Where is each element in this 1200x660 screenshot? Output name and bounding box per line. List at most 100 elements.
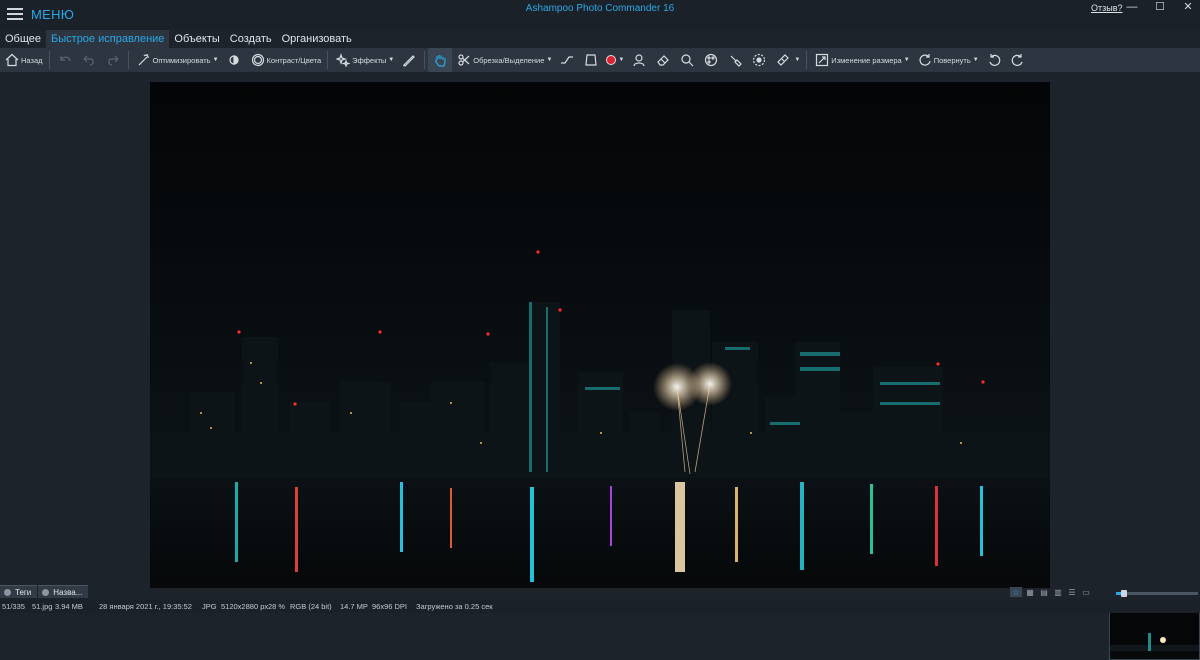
hand-tool-button[interactable] — [428, 48, 453, 72]
grid-view-icon[interactable]: ▦ — [1024, 587, 1036, 597]
feedback-link[interactable]: Отзыв? — [1091, 3, 1123, 13]
favorite-star-icon[interactable]: ☆ — [1010, 587, 1022, 597]
maximize-button[interactable]: ☐ — [1154, 2, 1166, 13]
window-controls: — ☐ ✕ — [1126, 2, 1194, 13]
red-eye-button[interactable]: ▼ — [603, 48, 627, 72]
redo-button[interactable] — [101, 48, 125, 72]
title-bar: МЕНЮ Ashampoo Photo Commander 16 Отзыв? … — [0, 0, 1200, 30]
list-view-icon[interactable]: ☰ — [1066, 587, 1078, 597]
heal-button[interactable]: ▼ — [771, 48, 803, 72]
red-eye-icon — [606, 55, 617, 65]
effects-label: Эффекты — [352, 55, 387, 65]
effects-button[interactable]: Эффекты ▼ — [331, 48, 397, 72]
file-date: 28 января 2021 г., 19:35:52 — [99, 602, 192, 611]
back-button[interactable]: Назад — [0, 48, 46, 72]
dropdown-arrow-icon: ▼ — [388, 57, 395, 63]
redo-icon — [104, 51, 122, 69]
filename: 51.jpg — [32, 602, 53, 611]
bottom-panel-tabs: Теги Назва... — [0, 585, 89, 598]
tab-general[interactable]: Общее — [0, 30, 46, 48]
bandage-icon — [774, 51, 792, 69]
crop-label: Обрезка/Выделение — [473, 55, 545, 65]
view-mode-buttons: ☆ ▦ ▤ ▥ ☰ ▭ — [1010, 587, 1092, 597]
zoom-value: 28 % — [268, 602, 286, 611]
rotate-button[interactable]: Повернуть ▼ — [913, 48, 982, 72]
load-time: Загружено за 0.25 сек — [416, 602, 493, 611]
file-format: JPG — [202, 602, 217, 611]
straighten-button[interactable] — [555, 48, 579, 72]
optimize-button[interactable]: Оптимизировать ▼ — [132, 48, 222, 72]
tab-objects[interactable]: Объекты — [169, 30, 224, 48]
contrast-label: Контраст/Цвета — [266, 55, 322, 65]
tags-tab[interactable]: Теги — [0, 585, 38, 598]
monitor-icon[interactable]: ▭ — [1080, 587, 1092, 597]
undo-all-button[interactable] — [53, 48, 77, 72]
retouch-button[interactable] — [627, 48, 651, 72]
details-view-icon[interactable]: ▤ — [1038, 587, 1050, 597]
brush-icon — [726, 51, 744, 69]
dropdown-arrow-icon: ▼ — [972, 57, 979, 63]
toolbar-separator — [424, 51, 426, 69]
photo-canvas[interactable] — [150, 82, 1050, 588]
dropdown-arrow-icon: ▼ — [618, 57, 625, 63]
brightness-icon — [225, 51, 243, 69]
contrast-icon — [249, 51, 267, 69]
minimize-button[interactable]: — — [1126, 2, 1138, 13]
rotate-right-icon — [1009, 51, 1027, 69]
rotate-icon — [916, 51, 934, 69]
navigator-thumbnail[interactable] — [1109, 608, 1200, 660]
name-label: Назва... — [53, 588, 83, 597]
undo-all-icon — [56, 51, 74, 69]
dropdown-arrow-icon: ▼ — [212, 57, 219, 63]
contrast-button[interactable]: Контраст/Цвета — [246, 48, 325, 72]
dropdown-arrow-icon: ▼ — [794, 57, 801, 63]
tab-quick-fix[interactable]: Быстрое исправление — [46, 30, 170, 48]
tags-label: Теги — [15, 588, 32, 597]
zoom-slider[interactable] — [1116, 590, 1198, 597]
resize-label: Изменение размера — [831, 55, 902, 65]
color-button[interactable] — [699, 48, 723, 72]
color-depth: RGB (24 bit) — [290, 602, 332, 611]
zoom-slider-handle[interactable] — [1121, 590, 1128, 597]
megapixels: 14.7 MP — [340, 602, 368, 611]
perspective-button[interactable] — [579, 48, 603, 72]
focus-icon — [750, 51, 768, 69]
perspective-icon — [582, 51, 600, 69]
tags-icon — [4, 589, 11, 596]
tab-organize[interactable]: Организовать — [277, 30, 357, 48]
crop-button[interactable]: Обрезка/Выделение ▼ — [452, 48, 555, 72]
app-title: Ashampoo Photo Commander 16 — [525, 3, 675, 14]
close-button[interactable]: ✕ — [1182, 2, 1194, 13]
back-label: Назад — [21, 55, 43, 65]
compare-view-icon[interactable]: ▥ — [1052, 587, 1064, 597]
tab-create[interactable]: Создать — [225, 30, 277, 48]
rotate-left-icon — [985, 51, 1003, 69]
night-city-photo — [150, 82, 1050, 588]
undo-button[interactable] — [77, 48, 101, 72]
dpi: 96x96 DPI — [372, 602, 408, 611]
image-dimensions: 5120x2880 px — [221, 602, 269, 611]
rotate-left-button[interactable] — [982, 48, 1006, 72]
resize-button[interactable]: Изменение размера ▼ — [810, 48, 912, 72]
draw-button[interactable] — [397, 48, 421, 72]
brightness-button[interactable] — [222, 48, 246, 72]
name-tab[interactable]: Назва... — [38, 585, 89, 598]
brush-button[interactable] — [723, 48, 747, 72]
image-viewer[interactable] — [0, 72, 1200, 660]
resize-icon — [813, 51, 831, 69]
toolbar-separator — [327, 51, 329, 69]
rotate-right-button[interactable] — [1006, 48, 1030, 72]
name-icon — [42, 589, 50, 596]
toolbar: Назад Оптимизировать ▼ Контраст/Цвета Эфф… — [0, 48, 1200, 72]
ribbon-tabs: Общее Быстрое исправление Объекты Создат… — [0, 30, 357, 48]
focus-button[interactable] — [747, 48, 771, 72]
eraser-icon — [654, 51, 672, 69]
toolbar-separator — [806, 51, 808, 69]
clone-button[interactable] — [675, 48, 699, 72]
home-icon — [3, 51, 21, 69]
rotate-label: Повернуть — [933, 55, 971, 65]
file-size: 3.94 MB — [55, 602, 83, 611]
straighten-icon — [558, 51, 576, 69]
hand-icon — [431, 51, 449, 69]
eraser-button[interactable] — [651, 48, 675, 72]
